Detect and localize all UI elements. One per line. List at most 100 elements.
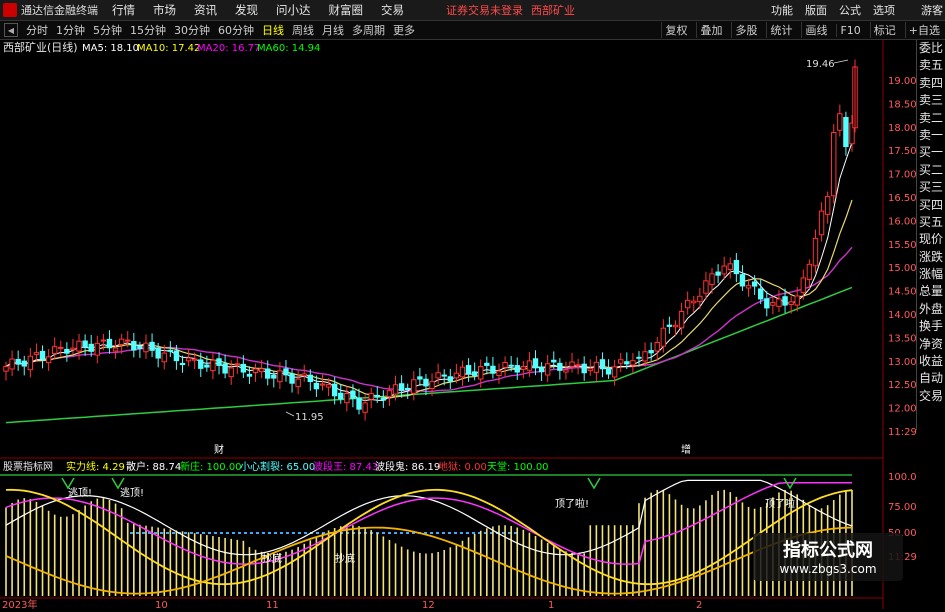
candle-body [179,362,186,366]
period-60min[interactable]: 60分钟 [218,22,254,38]
candle-body [575,364,581,367]
f10-button[interactable]: F10 [836,23,863,37]
side-item-weibi[interactable]: 委比 [917,40,945,57]
watermark-url: www.zbgs3.com [779,562,877,576]
candle-body [526,360,533,371]
caution-label: 小心割裂: 65.00 [240,460,315,473]
signal-escape-top-1: 逃顶! [68,486,92,499]
menu-options[interactable]: 选项 [873,2,895,18]
period-monthly[interactable]: 月线 [322,22,344,38]
right-menu: 功能 版面 公式 选项 游客 [759,0,943,20]
period-more[interactable]: 更多 [393,22,415,38]
mark-button[interactable]: 标记 [869,22,899,38]
candle-body [271,374,277,379]
trade-login-notice[interactable]: 证券交易未登录 [446,2,523,18]
side-item-turnover[interactable]: 换手 [917,318,945,335]
side-item-buy4[interactable]: 买四 [917,197,945,214]
event-marker-cai: 财 [214,443,224,456]
side-item-sell2[interactable]: 卖二 [917,110,945,127]
candle-body [125,339,131,342]
candle-body [672,324,679,328]
side-item-sell1[interactable]: 卖一 [917,127,945,144]
menu-news[interactable]: 资讯 [194,2,217,18]
candle-body [551,359,557,363]
period-intraday[interactable]: 分时 [26,22,48,38]
new-label: 新庄: 100.00 [180,460,242,473]
menu-layout[interactable]: 版面 [805,2,827,18]
price-axis: 19.00 18.50 18.00 17.50 17.00 16.50 16.00 15.50… [888,76,917,438]
candle-body [691,300,697,304]
period-30min[interactable]: 30分钟 [174,22,210,38]
candle-body [636,356,642,359]
side-item-net-asset[interactable]: 净资 [917,336,945,353]
candle-body [64,348,70,354]
menu-ask[interactable]: 问小达 [276,2,311,18]
candle-body [228,367,234,378]
candle-body [21,360,27,367]
side-item-buy5[interactable]: 买五 [917,214,945,231]
guest-user[interactable]: 游客 [921,2,943,18]
candle-body [39,350,46,360]
side-item-buy3[interactable]: 买三 [917,179,945,196]
period-weekly[interactable]: 周线 [292,22,314,38]
side-item-change-pct[interactable]: 涨幅 [917,266,945,283]
side-item-sell3[interactable]: 卖三 [917,92,945,109]
candle-body [459,366,466,378]
period-multi[interactable]: 多周期 [352,22,385,38]
high-marker-line [833,59,849,64]
candle-body [423,378,429,387]
app-logo-icon [3,3,17,17]
overlay-button[interactable]: 叠加 [696,22,725,38]
add-watchlist-button[interactable]: +自选 [904,22,943,38]
candle-body [514,365,520,373]
candle-body [338,392,344,400]
side-item-sell5[interactable]: 卖五 [917,57,945,74]
candle-body [429,381,435,390]
side-item-earnings[interactable]: 收益 [917,353,945,370]
period-1min[interactable]: 1分钟 [56,22,85,38]
chart-area[interactable]: 西部矿业(日线) MA5: 18.10 MA10: 17.42 MA20: 16… [0,40,945,611]
chart-svg[interactable]: 西部矿业(日线) MA5: 18.10 MA10: 17.42 MA20: 16… [0,40,945,611]
side-item-volume[interactable]: 总量 [917,283,945,300]
menu-market[interactable]: 市场 [153,2,176,18]
menu-function[interactable]: 功能 [771,2,793,18]
candle-body [325,384,332,388]
candle-body [581,363,587,374]
period-15min[interactable]: 15分钟 [130,22,166,38]
price-tick: 15.50 [888,240,917,251]
candle-body [721,265,727,275]
menu-formula[interactable]: 公式 [839,2,861,18]
x-label-11: 11 [266,600,279,609]
candle-body [715,271,721,276]
side-item-auto[interactable]: 自动 [917,370,945,387]
candle-body [161,352,167,363]
multi-stock-button[interactable]: 多股 [731,22,760,38]
candle-body [666,324,673,327]
candle-body [301,373,307,377]
candle-body [173,350,180,362]
candle-body [703,280,709,294]
period-5min[interactable]: 5分钟 [93,22,122,38]
adjust-button[interactable]: 复权 [661,22,690,38]
side-item-price[interactable]: 现价 [917,231,945,248]
period-daily[interactable]: 日线 [262,22,284,38]
menu-wealth[interactable]: 财富圈 [329,2,364,18]
draw-button[interactable]: 画线 [801,22,830,38]
candle-body [587,368,593,371]
menu-discover[interactable]: 发现 [235,2,258,18]
ma10-label: MA10: 17.42 [137,43,200,54]
side-item-buy1[interactable]: 买一 [917,144,945,161]
side-item-sell4[interactable]: 卖四 [917,75,945,92]
indicator-name: 股票指标网 [3,460,53,473]
side-item-trade[interactable]: 交易 [917,388,945,405]
back-icon[interactable]: ◀ [4,23,18,37]
menu-trade[interactable]: 交易 [381,2,404,18]
side-item-outer[interactable]: 外盘 [917,301,945,318]
candle-body [824,196,831,215]
candle-body [684,299,691,309]
stats-button[interactable]: 统计 [766,22,795,38]
side-item-buy2[interactable]: 买二 [917,162,945,179]
x-label-2: 2 [696,600,702,609]
menu-quotes[interactable]: 行情 [112,2,135,18]
side-item-change[interactable]: 涨跌 [917,249,945,266]
